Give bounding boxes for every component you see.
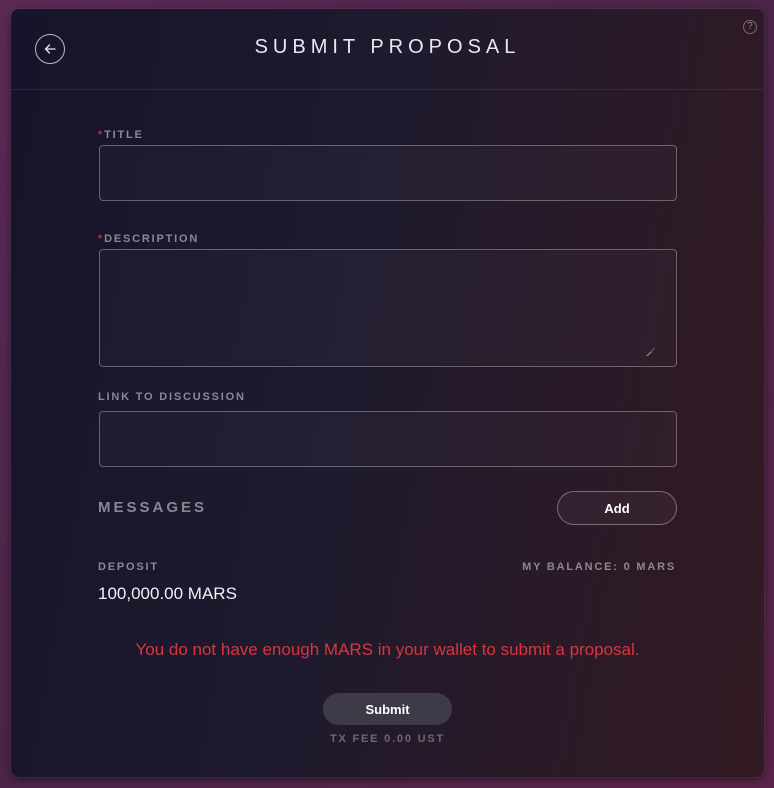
deposit-label: DEPOSIT (98, 561, 159, 573)
header: SUBMIT PROPOSAL ? (11, 9, 764, 90)
title-field[interactable] (99, 145, 677, 201)
link-input[interactable] (100, 412, 676, 466)
tx-fee: TX FEE 0.00 UST (329, 733, 446, 745)
page-title: SUBMIT PROPOSAL (254, 36, 521, 58)
title-label: *TITLE (98, 129, 144, 141)
description-textarea[interactable] (100, 250, 676, 366)
title-input[interactable] (100, 146, 676, 200)
proposal-card: SUBMIT PROPOSAL ? *TITLE *DESCRIPTION LI… (11, 9, 764, 777)
submit-button[interactable]: Submit (323, 693, 452, 725)
deposit-amount: 100,000.00 MARS (98, 584, 237, 603)
title-label-text: TITLE (104, 129, 144, 141)
description-label: *DESCRIPTION (98, 233, 199, 245)
add-message-button[interactable]: Add (557, 491, 677, 525)
link-label: LINK TO DISCUSSION (98, 391, 246, 403)
insufficient-funds-warning: You do not have enough MARS in your wall… (135, 640, 640, 659)
messages-label: MESSAGES (98, 499, 208, 516)
link-field[interactable] (99, 411, 677, 467)
description-label-text: DESCRIPTION (104, 233, 200, 245)
description-field[interactable] (99, 249, 677, 367)
help-icon[interactable]: ? (743, 20, 757, 34)
balance-label: MY BALANCE: 0 MARS (522, 561, 676, 573)
